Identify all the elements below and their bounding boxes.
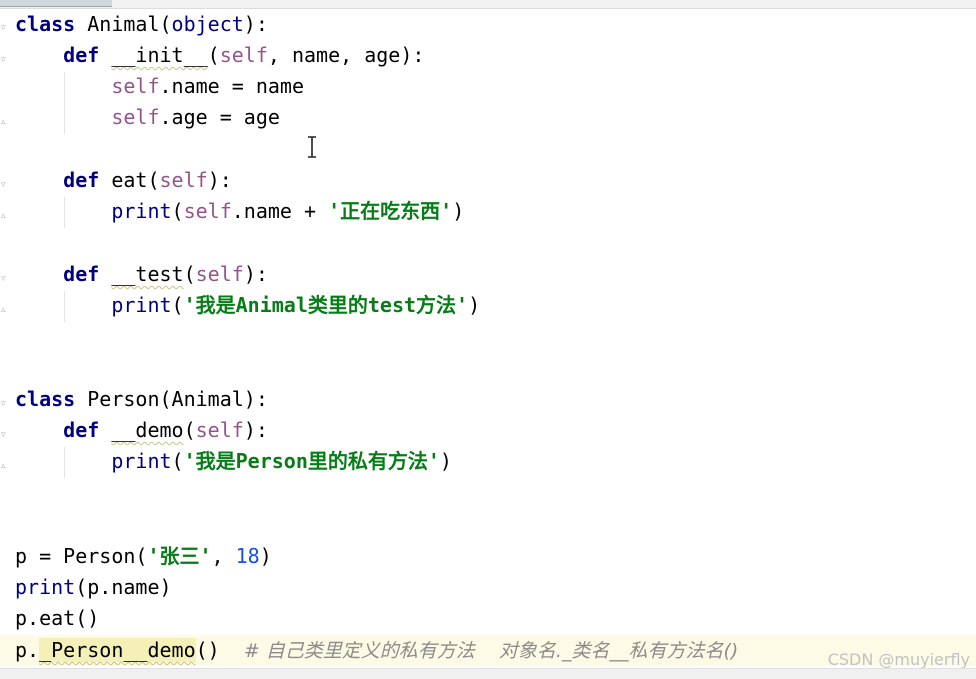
punct: (	[171, 199, 184, 223]
code-line[interactable]: print('我是Person里的私有方法')	[15, 446, 452, 477]
code-editor[interactable]: ▿ ▿ ▵ ▿ ▵ ▿ ▵ ▿ ▿ ▵ class Animal(object)…	[0, 0, 976, 679]
punct: ()	[195, 638, 244, 662]
keyword: class	[15, 12, 76, 36]
keyword: def	[63, 168, 100, 192]
builtin-print: print	[111, 199, 172, 223]
self-ref: self	[183, 199, 232, 223]
self-param: self	[195, 262, 244, 286]
string-literal: '我是Animal类里的test方法'	[183, 293, 469, 317]
code-comment: # 自己类里定义的私有方法 对象名._类名__私有方法名()	[243, 640, 739, 662]
editor-gutter: ▿ ▿ ▵ ▿ ▵ ▿ ▵ ▿ ▿ ▵	[0, 9, 12, 678]
self-param: self	[219, 43, 268, 67]
fold-marker-icon[interactable]: ▿	[1, 56, 10, 65]
method-name: __demo	[111, 418, 184, 442]
statement: p = Person(	[15, 544, 148, 568]
punct: ,	[211, 544, 236, 568]
watermark: CSDN @muyierfly	[827, 650, 970, 669]
self-ref: self	[111, 105, 160, 129]
code-line[interactable]: def eat(self):	[15, 165, 232, 196]
fold-marker-icon[interactable]: ▿	[1, 181, 10, 190]
fold-marker-icon[interactable]: ▿	[1, 275, 10, 284]
punct: (	[183, 262, 196, 286]
code-line[interactable]: print(p.name)	[15, 572, 172, 603]
code-line[interactable]: def __test(self):	[15, 259, 268, 290]
keyword: def	[63, 262, 100, 286]
fold-marker-icon[interactable]: ▿	[1, 400, 10, 409]
statement: p.eat()	[15, 606, 100, 630]
punct: ):	[243, 12, 268, 36]
self-param: self	[195, 418, 244, 442]
builtin-print: print	[15, 575, 76, 599]
punct: ):	[243, 418, 268, 442]
fold-end-icon[interactable]: ▵	[1, 306, 10, 315]
statement: p.	[15, 638, 40, 662]
fold-end-icon[interactable]: ▵	[1, 118, 10, 127]
punct: (	[171, 293, 184, 317]
code-line[interactable]: def __init__(self, name, age):	[15, 40, 424, 71]
self-ref: self	[111, 74, 160, 98]
code-line[interactable]: class Person(Animal):	[15, 384, 268, 415]
statement: .name = name	[159, 74, 305, 98]
code-line[interactable]: self.age = age	[15, 102, 280, 133]
fold-end-icon[interactable]: ▵	[1, 462, 10, 471]
number-literal: 18	[235, 544, 260, 568]
code-line[interactable]: p = Person('张三', 18)	[15, 541, 272, 572]
fold-end-icon[interactable]: ▵	[1, 212, 10, 221]
code-line[interactable]: class Animal(object):	[15, 9, 268, 40]
punct: (	[183, 418, 196, 442]
self-param: self	[159, 168, 208, 192]
punct: )	[452, 199, 465, 223]
keyword: def	[63, 43, 100, 67]
horizontal-scrollbar[interactable]	[0, 668, 976, 679]
params: , name, age):	[267, 43, 425, 67]
private-method-call: _Person__demo	[39, 638, 196, 662]
fold-marker-icon[interactable]: ▿	[1, 24, 10, 33]
code-line[interactable]: print(self.name + '正在吃东西')	[15, 196, 464, 227]
keyword: def	[63, 418, 100, 442]
statement: .age = age	[159, 105, 280, 129]
code-line[interactable]: def __demo(self):	[15, 415, 268, 446]
builtin-print: print	[111, 449, 172, 473]
builtin-print: print	[111, 293, 172, 317]
punct: (	[171, 449, 184, 473]
string-literal: '正在吃东西'	[328, 199, 453, 223]
editor-tab[interactable]	[0, 0, 112, 7]
punct: (	[207, 43, 220, 67]
code-line[interactable]: self.name = name	[15, 71, 304, 102]
string-literal: '我是Person里的私有方法'	[183, 449, 440, 473]
code-line[interactable]: print('我是Animal类里的test方法')	[15, 290, 480, 321]
statement: (p.name)	[75, 575, 172, 599]
punct: )	[259, 544, 272, 568]
fold-marker-icon[interactable]: ▿	[1, 431, 10, 440]
punct: )	[439, 449, 452, 473]
base-class: object	[171, 12, 244, 36]
method-name: __test	[111, 262, 184, 286]
string-literal: '张三'	[147, 544, 212, 568]
editor-tab-strip	[0, 0, 976, 9]
punct: )	[468, 293, 481, 317]
expr: .name +	[231, 199, 329, 223]
method-name: eat(	[99, 168, 160, 192]
class-decl: Animal(	[75, 12, 172, 36]
code-line[interactable]: p.eat()	[15, 603, 99, 634]
keyword: class	[15, 387, 76, 411]
punct: ):	[243, 262, 268, 286]
text-cursor-icon	[308, 136, 316, 158]
class-decl: Person(Animal):	[75, 387, 268, 411]
method-name: __init__	[111, 43, 208, 67]
punct: ):	[207, 168, 232, 192]
